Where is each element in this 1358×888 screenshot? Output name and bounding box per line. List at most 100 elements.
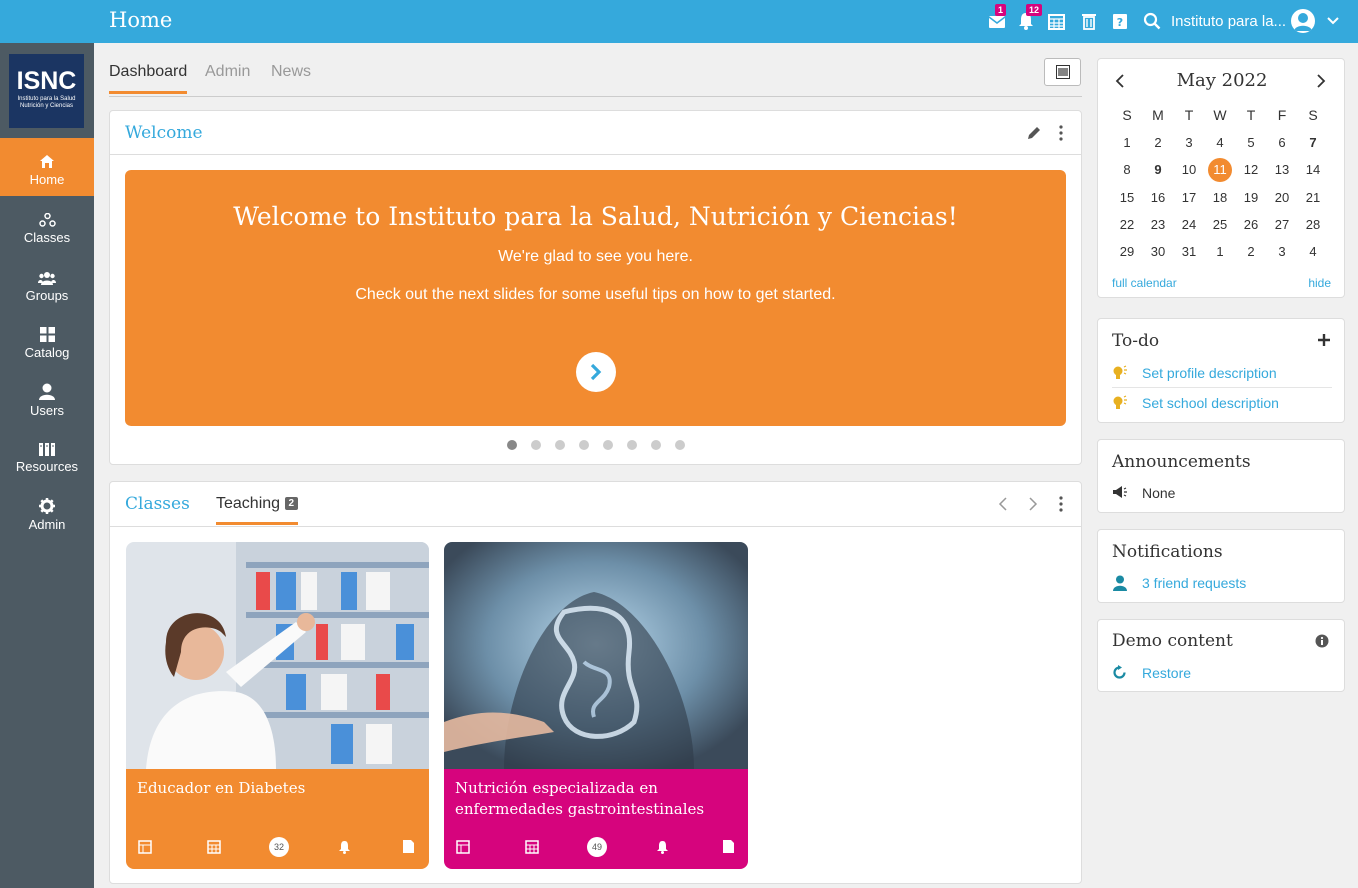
help-button[interactable]: ? [1110, 11, 1130, 31]
restore-link[interactable]: Restore [1142, 665, 1191, 681]
slide-dot[interactable] [555, 440, 565, 450]
sidebar-item-resources[interactable]: Resources [0, 425, 94, 483]
slide-dot[interactable] [675, 440, 685, 450]
todo-item[interactable]: Set profile description [1142, 365, 1277, 381]
calendar-day[interactable]: 12 [1237, 159, 1265, 181]
class-card[interactable]: Nutrición especializada en enfermedades … [444, 542, 748, 869]
classes-prev-button[interactable] [998, 496, 1008, 517]
sidebar-item-groups[interactable]: Groups [0, 254, 94, 312]
calendar-day[interactable]: 6 [1268, 132, 1296, 154]
calendar-day[interactable]: 8 [1113, 159, 1141, 181]
calendar-day[interactable]: 13 [1268, 159, 1296, 181]
document-icon[interactable] [402, 839, 415, 860]
calendar-day[interactable]: 2 [1237, 241, 1265, 263]
school-logo[interactable]: ISNC Instituto para la Salud Nutrición y… [9, 54, 84, 128]
add-todo-button[interactable] [1318, 333, 1330, 351]
classes-menu-button[interactable] [1058, 496, 1064, 517]
class-dashboard-icon[interactable] [456, 839, 470, 860]
edit-button[interactable] [1026, 126, 1041, 146]
calendar-next-button[interactable] [1316, 74, 1326, 93]
school-name[interactable]: Instituto para la... [1171, 13, 1286, 30]
calendar-day[interactable]: 14 [1299, 159, 1327, 181]
slide-dot[interactable] [651, 440, 661, 450]
trash-icon [1082, 13, 1096, 30]
class-card-name[interactable]: Nutrición especializada en enfermedades … [455, 778, 737, 820]
calendar-day[interactable]: 26 [1237, 214, 1265, 236]
calendar-icon[interactable] [207, 839, 221, 860]
qr-code-button[interactable] [1044, 58, 1081, 86]
calendar-day[interactable]: 9 [1144, 159, 1172, 181]
sidebar-item-catalog[interactable]: Catalog [0, 311, 94, 369]
class-card-name[interactable]: Educador en Diabetes [137, 778, 418, 799]
document-icon[interactable] [722, 839, 735, 860]
calendar-day[interactable]: 5 [1237, 132, 1265, 154]
calendar-day[interactable]: 15 [1113, 187, 1141, 209]
slide-dot[interactable] [579, 440, 589, 450]
calendar-day[interactable]: 3 [1175, 132, 1203, 154]
calendar-day[interactable]: 7 [1299, 132, 1327, 154]
tab-admin[interactable]: Admin [205, 63, 250, 81]
user-avatar[interactable] [1291, 9, 1315, 33]
calendar-weekday: T [1246, 107, 1256, 123]
class-member-count[interactable]: 49 [587, 837, 607, 857]
classes-title[interactable]: Classes [125, 494, 190, 514]
calendar-day[interactable]: 10 [1175, 159, 1203, 181]
calendar-day[interactable]: 17 [1175, 187, 1203, 209]
welcome-menu-button[interactable] [1058, 125, 1064, 146]
calendar-day[interactable]: 30 [1144, 241, 1172, 263]
sidebar-item-home[interactable]: Home [0, 138, 94, 196]
bell-icon[interactable] [338, 839, 351, 860]
hide-calendar-link[interactable]: hide [1308, 276, 1331, 290]
user-menu-toggle[interactable] [1323, 11, 1343, 31]
sidebar-item-admin[interactable]: Admin [0, 483, 94, 541]
qr-code-icon [1055, 65, 1070, 79]
calendar-day[interactable]: 2 [1144, 132, 1172, 154]
logo-subtext: Instituto para la Salud Nutrición y Cien… [17, 96, 76, 109]
bell-icon[interactable] [656, 839, 669, 860]
calendar-day[interactable]: 19 [1237, 187, 1265, 209]
sidebar-item-classes[interactable]: Classes [0, 196, 94, 254]
calendar-day[interactable]: 24 [1175, 214, 1203, 236]
next-slide-button[interactable] [576, 352, 616, 392]
class-dashboard-icon[interactable] [138, 839, 152, 860]
notifications-button[interactable]: 12 [1016, 4, 1043, 31]
classes-next-button[interactable] [1028, 496, 1038, 517]
calendar-day[interactable]: 27 [1268, 214, 1296, 236]
calendar-icon[interactable] [525, 839, 539, 860]
calendar-day[interactable]: 31 [1175, 241, 1203, 263]
search-button[interactable] [1142, 11, 1162, 31]
tab-news[interactable]: News [271, 63, 311, 81]
todo-item[interactable]: Set school description [1142, 395, 1279, 411]
calendar-day[interactable]: 1 [1206, 241, 1234, 263]
calendar-day[interactable]: 18 [1206, 187, 1234, 209]
tab-dashboard[interactable]: Dashboard [109, 63, 188, 94]
class-member-count[interactable]: 32 [269, 837, 289, 857]
tab-teaching[interactable]: Teaching 2 [216, 495, 299, 525]
messages-button[interactable]: 1 [987, 4, 1007, 31]
calendar-day[interactable]: 11 [1208, 158, 1232, 183]
slide-dot[interactable] [603, 440, 613, 450]
full-calendar-link[interactable]: full calendar [1112, 276, 1177, 290]
info-icon[interactable] [1315, 634, 1329, 653]
slide-dot[interactable] [627, 440, 637, 450]
friend-requests-link[interactable]: 3 friend requests [1142, 575, 1246, 591]
calendar-day[interactable]: 25 [1206, 214, 1234, 236]
slide-dot[interactable] [531, 440, 541, 450]
calendar-day[interactable]: 23 [1144, 214, 1172, 236]
calendar-day[interactable]: 4 [1206, 132, 1234, 154]
welcome-line-2: Check out the next slides for some usefu… [355, 286, 836, 303]
calendar-day[interactable]: 20 [1268, 187, 1296, 209]
calendar-day[interactable]: 16 [1144, 187, 1172, 209]
calendar-day[interactable]: 21 [1299, 187, 1327, 209]
calendar-day[interactable]: 4 [1299, 241, 1327, 263]
sidebar-item-users[interactable]: Users [0, 369, 94, 427]
calendar-day[interactable]: 22 [1113, 214, 1141, 236]
slide-dot[interactable] [507, 440, 517, 450]
calendar-day[interactable]: 29 [1113, 241, 1141, 263]
class-card[interactable]: Educador en Diabetes 32 [126, 542, 429, 869]
calendar-day[interactable]: 28 [1299, 214, 1327, 236]
calendar-day[interactable]: 1 [1113, 132, 1141, 154]
trash-button[interactable] [1079, 11, 1099, 31]
calendar-day[interactable]: 3 [1268, 241, 1296, 263]
calendar-button[interactable] [1046, 11, 1066, 31]
